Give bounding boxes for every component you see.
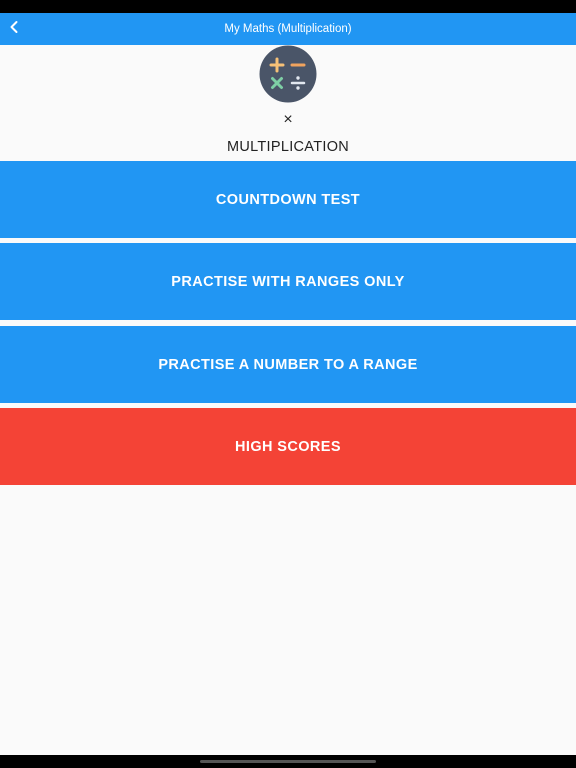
practise-ranges-label: PRACTISE WITH RANGES ONLY <box>171 273 405 290</box>
practise-number-button[interactable]: PRACTISE A NUMBER TO A RANGE <box>0 326 576 403</box>
practise-ranges-button[interactable]: PRACTISE WITH RANGES ONLY <box>0 243 576 320</box>
home-bar <box>0 755 576 768</box>
home-indicator[interactable] <box>200 760 376 763</box>
countdown-test-label: COUNTDOWN TEST <box>215 191 361 208</box>
operation-symbol: × <box>283 111 293 128</box>
high-scores-button[interactable]: HIGH SCORES <box>0 408 576 485</box>
high-scores-label: HIGH SCORES <box>235 438 341 455</box>
section-title: MULTIPLICATION <box>226 139 350 155</box>
countdown-test-button[interactable]: COUNTDOWN TEST <box>0 161 576 238</box>
app-screen: My Maths (Multiplication) × MULTIPLICATI… <box>0 0 576 768</box>
calculator-operations-icon <box>259 45 317 103</box>
back-button[interactable] <box>0 13 28 45</box>
chevron-left-icon <box>9 20 19 39</box>
app-title: My Maths (Multiplication) <box>224 23 352 35</box>
app-bar: My Maths (Multiplication) <box>0 13 576 45</box>
practise-number-label: PRACTISE A NUMBER TO A RANGE <box>158 356 418 373</box>
status-bar <box>0 0 576 13</box>
